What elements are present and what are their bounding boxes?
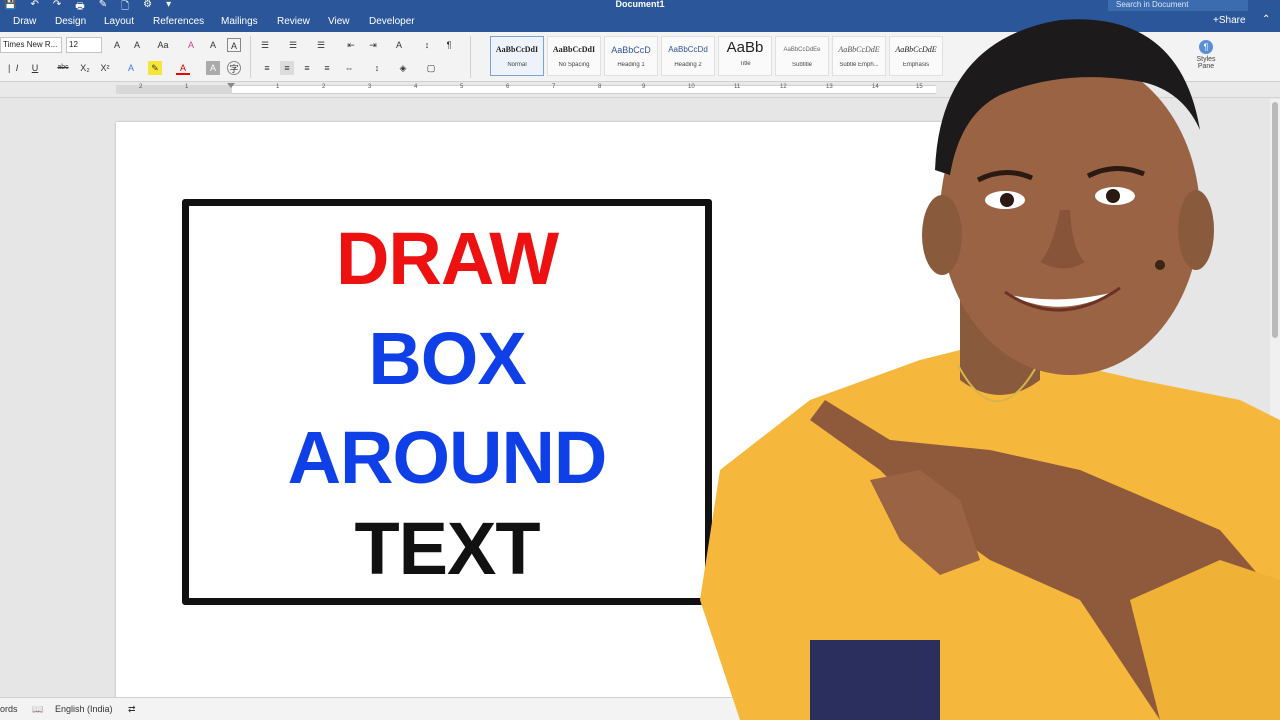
borders-icon[interactable]: ▢ [424, 61, 438, 75]
text-line-text[interactable]: TEXT [189, 509, 705, 589]
underline-button[interactable]: U [28, 61, 42, 75]
tab-design[interactable]: Design [55, 16, 86, 27]
ruler-number: 3 [368, 84, 372, 90]
change-case-icon[interactable]: Aa [156, 38, 170, 52]
word-count[interactable]: ords [0, 704, 18, 714]
grow-font-icon[interactable]: A [110, 38, 124, 52]
multilevel-list-icon[interactable]: ☰ [314, 38, 328, 52]
clear-format-icon[interactable]: A [184, 38, 198, 52]
text-line-box[interactable]: BOX [189, 319, 705, 399]
style-sample: AaBbCcD [611, 45, 651, 55]
align-right-icon[interactable]: ≡ [300, 61, 314, 75]
italic-button[interactable]: I [10, 61, 24, 75]
enclose-char-icon[interactable]: 字 [227, 61, 241, 75]
style-heading-1[interactable]: AaBbCcD Heading 1 [604, 36, 658, 76]
ruler-number: 5 [460, 84, 464, 90]
tab-developer[interactable]: Developer [369, 16, 415, 27]
style-name: No Spacing [558, 62, 590, 68]
style-name: Normal [507, 62, 527, 68]
track-changes-icon[interactable]: ⇄ [128, 704, 136, 715]
tab-references[interactable]: References [153, 16, 204, 27]
distributed-icon[interactable]: ⇔ [342, 61, 356, 75]
justify-icon[interactable]: ≡ [320, 61, 334, 75]
tab-review[interactable]: Review [277, 16, 310, 27]
style-sample: AaBbCcDdI [495, 45, 539, 54]
shrink-font-icon[interactable]: A [130, 38, 144, 52]
bullets-icon[interactable]: ☰ [258, 38, 272, 52]
ruler-number: 2 [139, 84, 143, 90]
style-no-spacing[interactable]: AaBbCcDdI No Spacing [547, 36, 601, 76]
ruler-number: 8 [598, 84, 602, 90]
shading-icon[interactable]: ◈ [396, 61, 410, 75]
style-normal[interactable]: AaBbCcDdI Normal [490, 36, 544, 76]
ribbon-separator [470, 36, 471, 78]
char-shading-icon[interactable]: A [206, 61, 220, 75]
ruler-left-margin [116, 85, 232, 94]
tab-view[interactable]: View [328, 16, 350, 27]
align-left-icon[interactable]: ≡ [260, 61, 274, 75]
strikethrough-button[interactable]: abc [56, 61, 70, 75]
ruler-number: 1 [185, 84, 189, 90]
sort-icon[interactable]: ↕ [420, 38, 434, 52]
presenter-photo [660, 0, 1280, 720]
show-marks-icon[interactable]: ¶ [442, 38, 456, 52]
ruler-number: 6 [506, 84, 510, 90]
font-color-icon[interactable]: A [176, 61, 190, 75]
presenter-illustration [700, 19, 1280, 720]
highlight-icon[interactable]: ✎ [148, 61, 162, 75]
superscript-button[interactable]: X² [98, 61, 112, 75]
phonetic-icon[interactable]: A [206, 38, 220, 52]
numbering-icon[interactable]: ☰ [286, 38, 300, 52]
style-name: Heading 1 [617, 62, 645, 68]
asian-layout-icon[interactable]: A [392, 38, 406, 52]
tab-draw[interactable]: Draw [13, 16, 36, 27]
font-size-select[interactable]: 12 [66, 37, 102, 53]
increase-indent-icon[interactable]: ⇥ [366, 38, 380, 52]
decrease-indent-icon[interactable]: ⇤ [344, 38, 358, 52]
tab-layout[interactable]: Layout [104, 16, 134, 27]
bordered-text-box[interactable]: DRAW BOX AROUND TEXT [182, 199, 712, 605]
text-line-around[interactable]: AROUND [189, 418, 705, 498]
char-border-icon[interactable]: A [227, 38, 241, 52]
line-spacing-icon[interactable]: ↕ [370, 61, 384, 75]
text-line-draw[interactable]: DRAW [189, 219, 705, 299]
ruler-number: 4 [414, 84, 418, 90]
align-center-icon[interactable]: ≡ [280, 61, 294, 75]
language-indicator[interactable]: English (India) [55, 704, 113, 714]
proofing-icon[interactable]: 📖 [32, 704, 43, 715]
word-window: 💾 ↶ ↷ 🖶 ✎ 🗋 ⚙ ▾ Document1 Search in Docu… [0, 0, 1280, 720]
subscript-button[interactable]: X₂ [78, 61, 92, 75]
ruler-number: 7 [552, 84, 556, 90]
ribbon-separator [250, 36, 251, 78]
ruler-number: 1 [276, 84, 280, 90]
text-effects-icon[interactable]: A [124, 61, 138, 75]
ruler-number: 9 [642, 84, 646, 90]
indent-marker-icon[interactable] [227, 83, 235, 88]
font-name-select[interactable]: Times New R... [0, 37, 62, 53]
tab-mailings[interactable]: Mailings [221, 16, 258, 27]
style-sample: AaBbCcDdI [552, 45, 596, 54]
ruler-number: 2 [322, 84, 326, 90]
